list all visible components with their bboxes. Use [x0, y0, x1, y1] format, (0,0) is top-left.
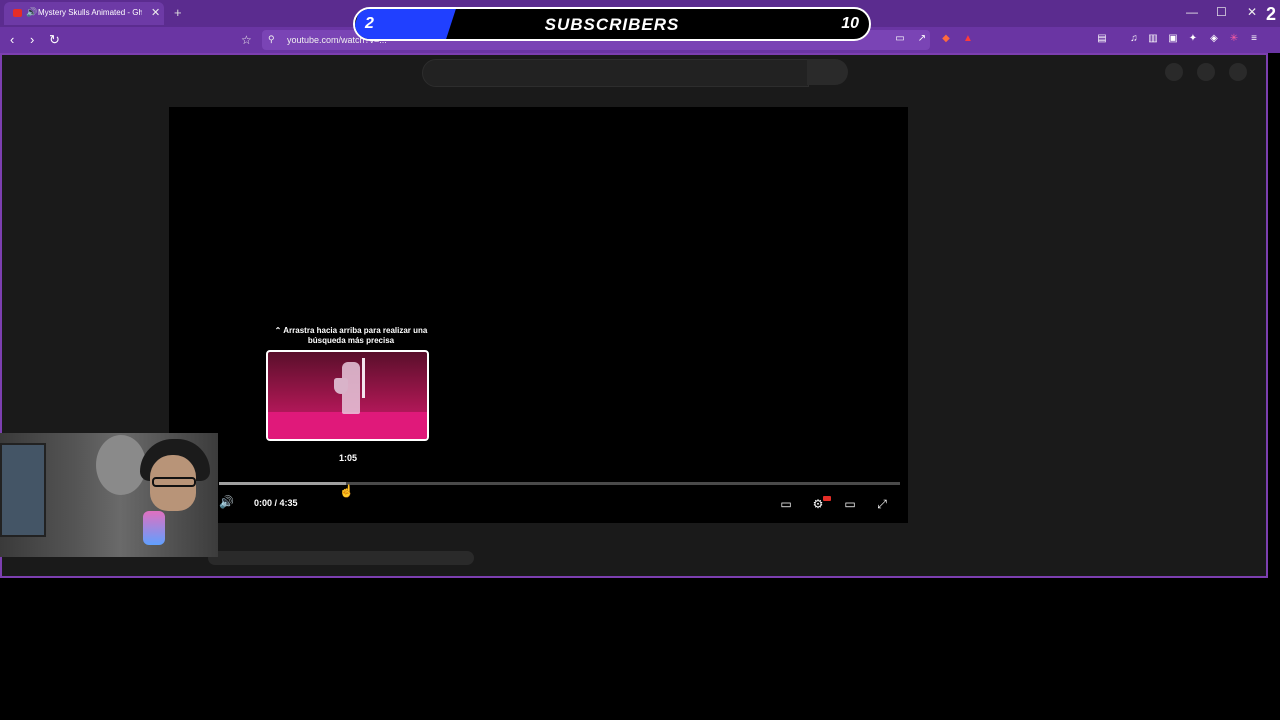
tab-close-icon[interactable]: ✕	[151, 6, 160, 19]
notifications-icon[interactable]	[1197, 63, 1215, 81]
extension-icon[interactable]: ✳	[1228, 33, 1240, 45]
window-close-button[interactable]: ✕	[1247, 5, 1257, 19]
subtitles-icon[interactable]: ▭	[777, 495, 795, 513]
create-icon[interactable]	[1165, 63, 1183, 81]
subscriber-goal: 10	[841, 15, 859, 32]
share-icon[interactable]: ↗	[916, 33, 928, 45]
drag-hint-text: ⌃ Arrastra hacia arriba para realizar un…	[274, 326, 428, 345]
forward-icon[interactable]: ›	[30, 32, 34, 47]
new-tab-button[interactable]: +	[174, 5, 182, 20]
rewards-icon[interactable]: ▲	[962, 33, 974, 45]
time-display: 0:00 / 4:35	[254, 498, 298, 508]
corner-counter: 2	[1266, 4, 1277, 24]
reload-icon[interactable]: ↻	[49, 32, 60, 48]
avatar[interactable]	[1229, 63, 1247, 81]
seek-preview-thumbnail	[266, 350, 429, 441]
brave-shield-icon[interactable]: ◆	[940, 33, 952, 45]
hand-cursor-icon: ☝	[339, 484, 354, 498]
music-icon[interactable]: ♫	[1128, 33, 1140, 45]
search-input[interactable]	[422, 59, 809, 87]
video-title-placeholder	[208, 551, 474, 565]
theater-mode-icon[interactable]: ▭	[841, 495, 859, 513]
speaker-icon[interactable]: 🔊	[26, 7, 37, 18]
wallet-icon[interactable]: ▣	[1167, 33, 1179, 45]
ai-icon[interactable]: ✦	[1187, 33, 1199, 45]
site-settings-icon[interactable]: ⚲	[268, 34, 275, 45]
maximize-button[interactable]: ☐	[1216, 5, 1227, 19]
subscriber-goal-overlay: 2 SUBSCRIBERS 10	[353, 7, 871, 41]
sidebar-icon[interactable]: ▤	[1096, 33, 1108, 45]
subscriber-label: SUBSCRIBERS	[544, 15, 680, 34]
browser-tab[interactable]: 🔊 Mystery Skulls Animated - Gh ✕	[4, 2, 164, 25]
back-icon[interactable]: ‹	[10, 32, 14, 47]
video-player[interactable]	[169, 107, 908, 523]
hd-badge	[823, 496, 831, 501]
cast-icon[interactable]: ▭	[894, 33, 906, 45]
progress-hover-fill	[219, 482, 346, 485]
minimize-button[interactable]: —	[1186, 5, 1198, 19]
vpn-icon[interactable]: ◈	[1208, 33, 1220, 45]
fullscreen-icon[interactable]: ⤢	[873, 495, 891, 513]
panel-icon[interactable]: ▥	[1147, 33, 1159, 45]
menu-icon[interactable]: ≡	[1248, 33, 1260, 45]
tab-title: Mystery Skulls Animated - Gh	[38, 8, 142, 17]
webcam-overlay	[0, 433, 218, 557]
seek-preview-time: 1:05	[338, 453, 357, 463]
youtube-favicon	[13, 9, 22, 17]
bookmark-icon[interactable]: ☆	[241, 33, 252, 47]
volume-icon[interactable]: 🔊	[219, 495, 235, 511]
search-button[interactable]	[807, 59, 848, 85]
